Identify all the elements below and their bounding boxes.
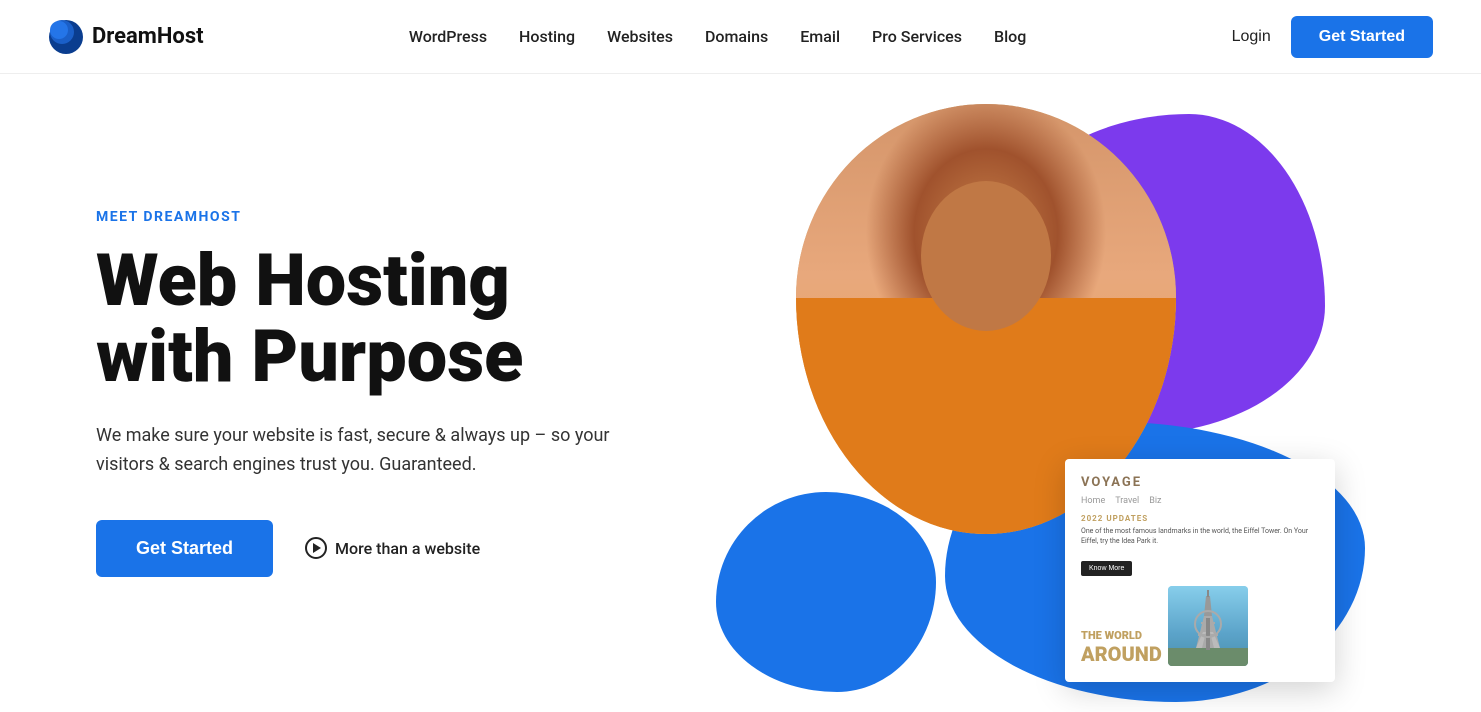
more-than-label: More than a website (335, 539, 480, 558)
get-started-hero-button[interactable]: Get Started (96, 520, 273, 577)
nav-actions: Login Get Started (1232, 16, 1433, 58)
voyage-nav-travel: Travel (1115, 496, 1139, 506)
voyage-image-row: THE WORLD AROUND (1081, 586, 1319, 666)
voyage-card-section: 2022 UPDATES (1081, 514, 1319, 523)
logo[interactable]: DreamHost (48, 19, 204, 55)
voyage-card-body: One of the most famous landmarks in the … (1081, 527, 1319, 547)
play-triangle (313, 543, 321, 553)
login-button[interactable]: Login (1232, 28, 1271, 46)
hero-description: We make sure your website is fast, secur… (96, 422, 656, 480)
hero-title-line2: with Purpose (96, 314, 523, 399)
hero-eyebrow: MEET DREAMHOST (96, 209, 736, 225)
nav-item-domains[interactable]: Domains (705, 27, 768, 46)
voyage-world-text: THE WORLD (1081, 629, 1162, 642)
voyage-know-more-button[interactable]: Know More (1081, 561, 1132, 576)
hero-left: MEET DREAMHOST Web Hosting with Purpose … (96, 209, 736, 577)
nav-item-pro-services[interactable]: Pro Services (872, 27, 962, 46)
voyage-nav-home: Home (1081, 496, 1105, 506)
brand-name: DreamHost (92, 24, 204, 49)
get-started-nav-button[interactable]: Get Started (1291, 16, 1433, 58)
voyage-around-text: AROUND (1081, 642, 1162, 666)
nav-item-blog[interactable]: Blog (994, 27, 1026, 46)
voyage-card: VOYAGE Home Travel Biz 2022 UPDATES One … (1065, 459, 1335, 682)
dreamhost-logo-icon (48, 19, 84, 55)
voyage-card-inner: VOYAGE Home Travel Biz 2022 UPDATES One … (1065, 459, 1335, 682)
hero-title: Web Hosting with Purpose (96, 243, 736, 394)
voyage-card-title: VOYAGE (1081, 475, 1319, 490)
voyage-world-around: THE WORLD AROUND (1081, 629, 1162, 666)
nav-item-wordpress[interactable]: WordPress (409, 27, 487, 46)
eiffel-tower-icon (1168, 586, 1248, 666)
nav-item-email[interactable]: Email (800, 27, 840, 46)
hero-title-line1: Web Hosting (96, 238, 510, 323)
nav-item-websites[interactable]: Websites (607, 27, 673, 46)
hero-right: VOYAGE Home Travel Biz 2022 UPDATES One … (736, 74, 1385, 712)
play-icon (305, 537, 327, 559)
hero-section: MEET DREAMHOST Web Hosting with Purpose … (0, 74, 1481, 712)
nav-links: WordPress Hosting Websites Domains Email… (409, 27, 1026, 46)
nav-item-hosting[interactable]: Hosting (519, 27, 575, 46)
voyage-tower-image (1168, 586, 1248, 666)
more-than-link[interactable]: More than a website (305, 537, 480, 559)
voyage-card-nav: Home Travel Biz (1081, 496, 1319, 506)
main-nav: DreamHost WordPress Hosting Websites Dom… (0, 0, 1481, 74)
voyage-nav-biz: Biz (1149, 496, 1161, 506)
hero-actions: Get Started More than a website (96, 520, 736, 577)
